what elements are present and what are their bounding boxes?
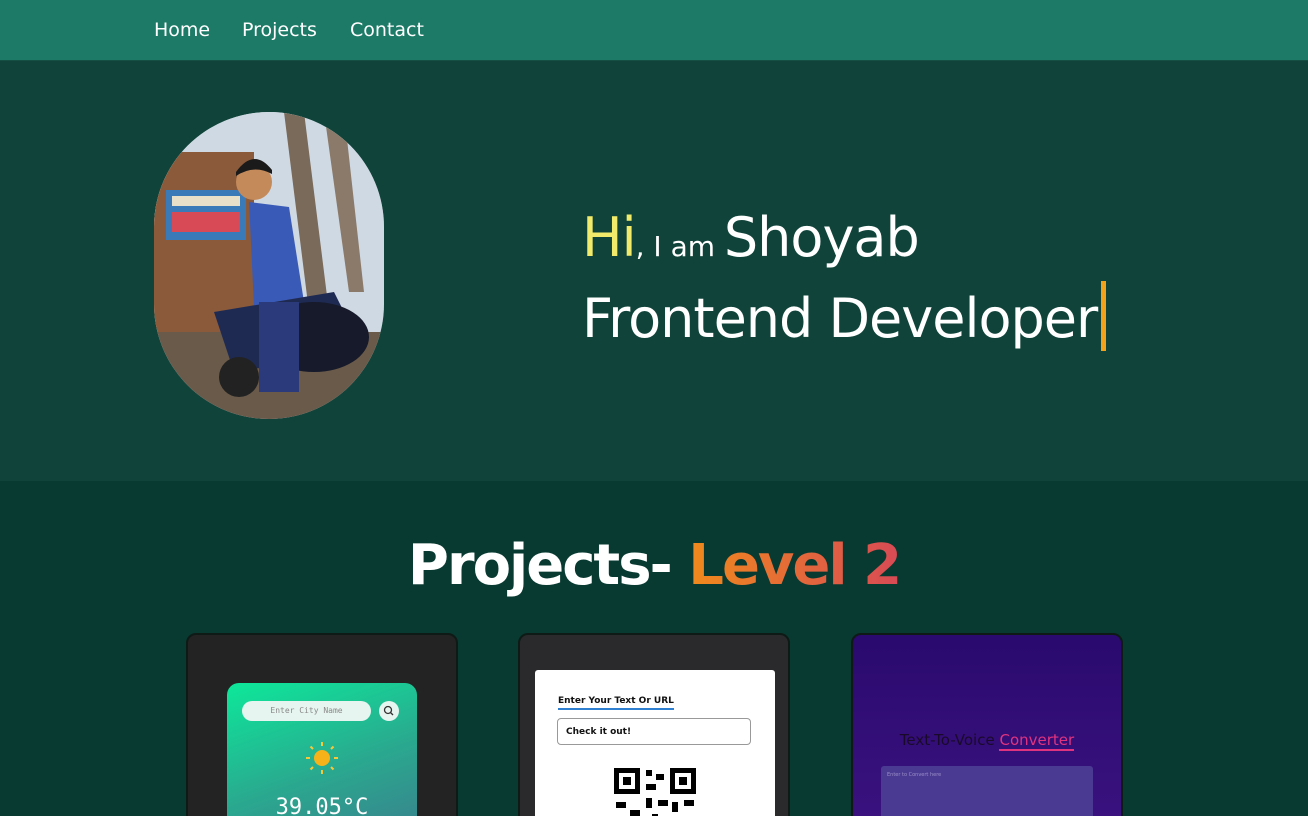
projects-heading: Projects- Level 2 [0, 533, 1308, 598]
tts-textarea: Enter to Convert here [881, 766, 1093, 816]
qr-app-preview: Enter Your Text Or URL Check it out! [535, 670, 775, 816]
nav-contact-link[interactable]: Contact [350, 19, 424, 41]
city-search-input: Enter City Name [242, 701, 371, 721]
qr-code-icon [612, 766, 698, 816]
temperature-value: 39.05°C [275, 795, 369, 816]
nav-home-link[interactable]: Home [154, 19, 210, 41]
weather-app-preview: Enter City Name 39.05°C [227, 683, 417, 816]
project-card-tts[interactable]: Text-To-Voice Converter Enter to Convert… [851, 633, 1123, 816]
top-nav: Home Projects Contact [0, 0, 1308, 61]
tts-title-part1: Text-To-Voice [899, 731, 1000, 749]
tts-title: Text-To-Voice Converter [853, 731, 1121, 751]
qr-text-input: Check it out! [557, 718, 751, 745]
typed-role: Frontend Developer [582, 287, 1098, 350]
hero-section: Hi, I am Shoyab Frontend Developer [0, 61, 1308, 481]
projects-heading-text: Projects- [407, 533, 689, 598]
nav-projects-link[interactable]: Projects [242, 19, 317, 41]
greeting-hi: Hi [582, 206, 637, 269]
projects-level: Level 2 [688, 533, 902, 598]
greeting-name: Shoyab [723, 206, 920, 269]
qr-input-label: Enter Your Text Or URL [558, 696, 674, 710]
search-icon [379, 701, 399, 721]
project-card-weather[interactable]: Enter City Name 39.05°C [186, 633, 458, 816]
project-card-qr[interactable]: Enter Your Text Or URL Check it out! [518, 633, 790, 816]
typing-caret [1101, 281, 1107, 351]
projects-section: Projects- Level 2 Enter City Name 39.05°… [0, 481, 1308, 816]
greeting-iam: , I am [635, 230, 724, 263]
tts-title-part2: Converter [999, 731, 1075, 751]
profile-photo [154, 112, 384, 419]
sun-icon [305, 741, 339, 779]
greeting: Hi, I am Shoyab Frontend Developer [582, 204, 1107, 353]
